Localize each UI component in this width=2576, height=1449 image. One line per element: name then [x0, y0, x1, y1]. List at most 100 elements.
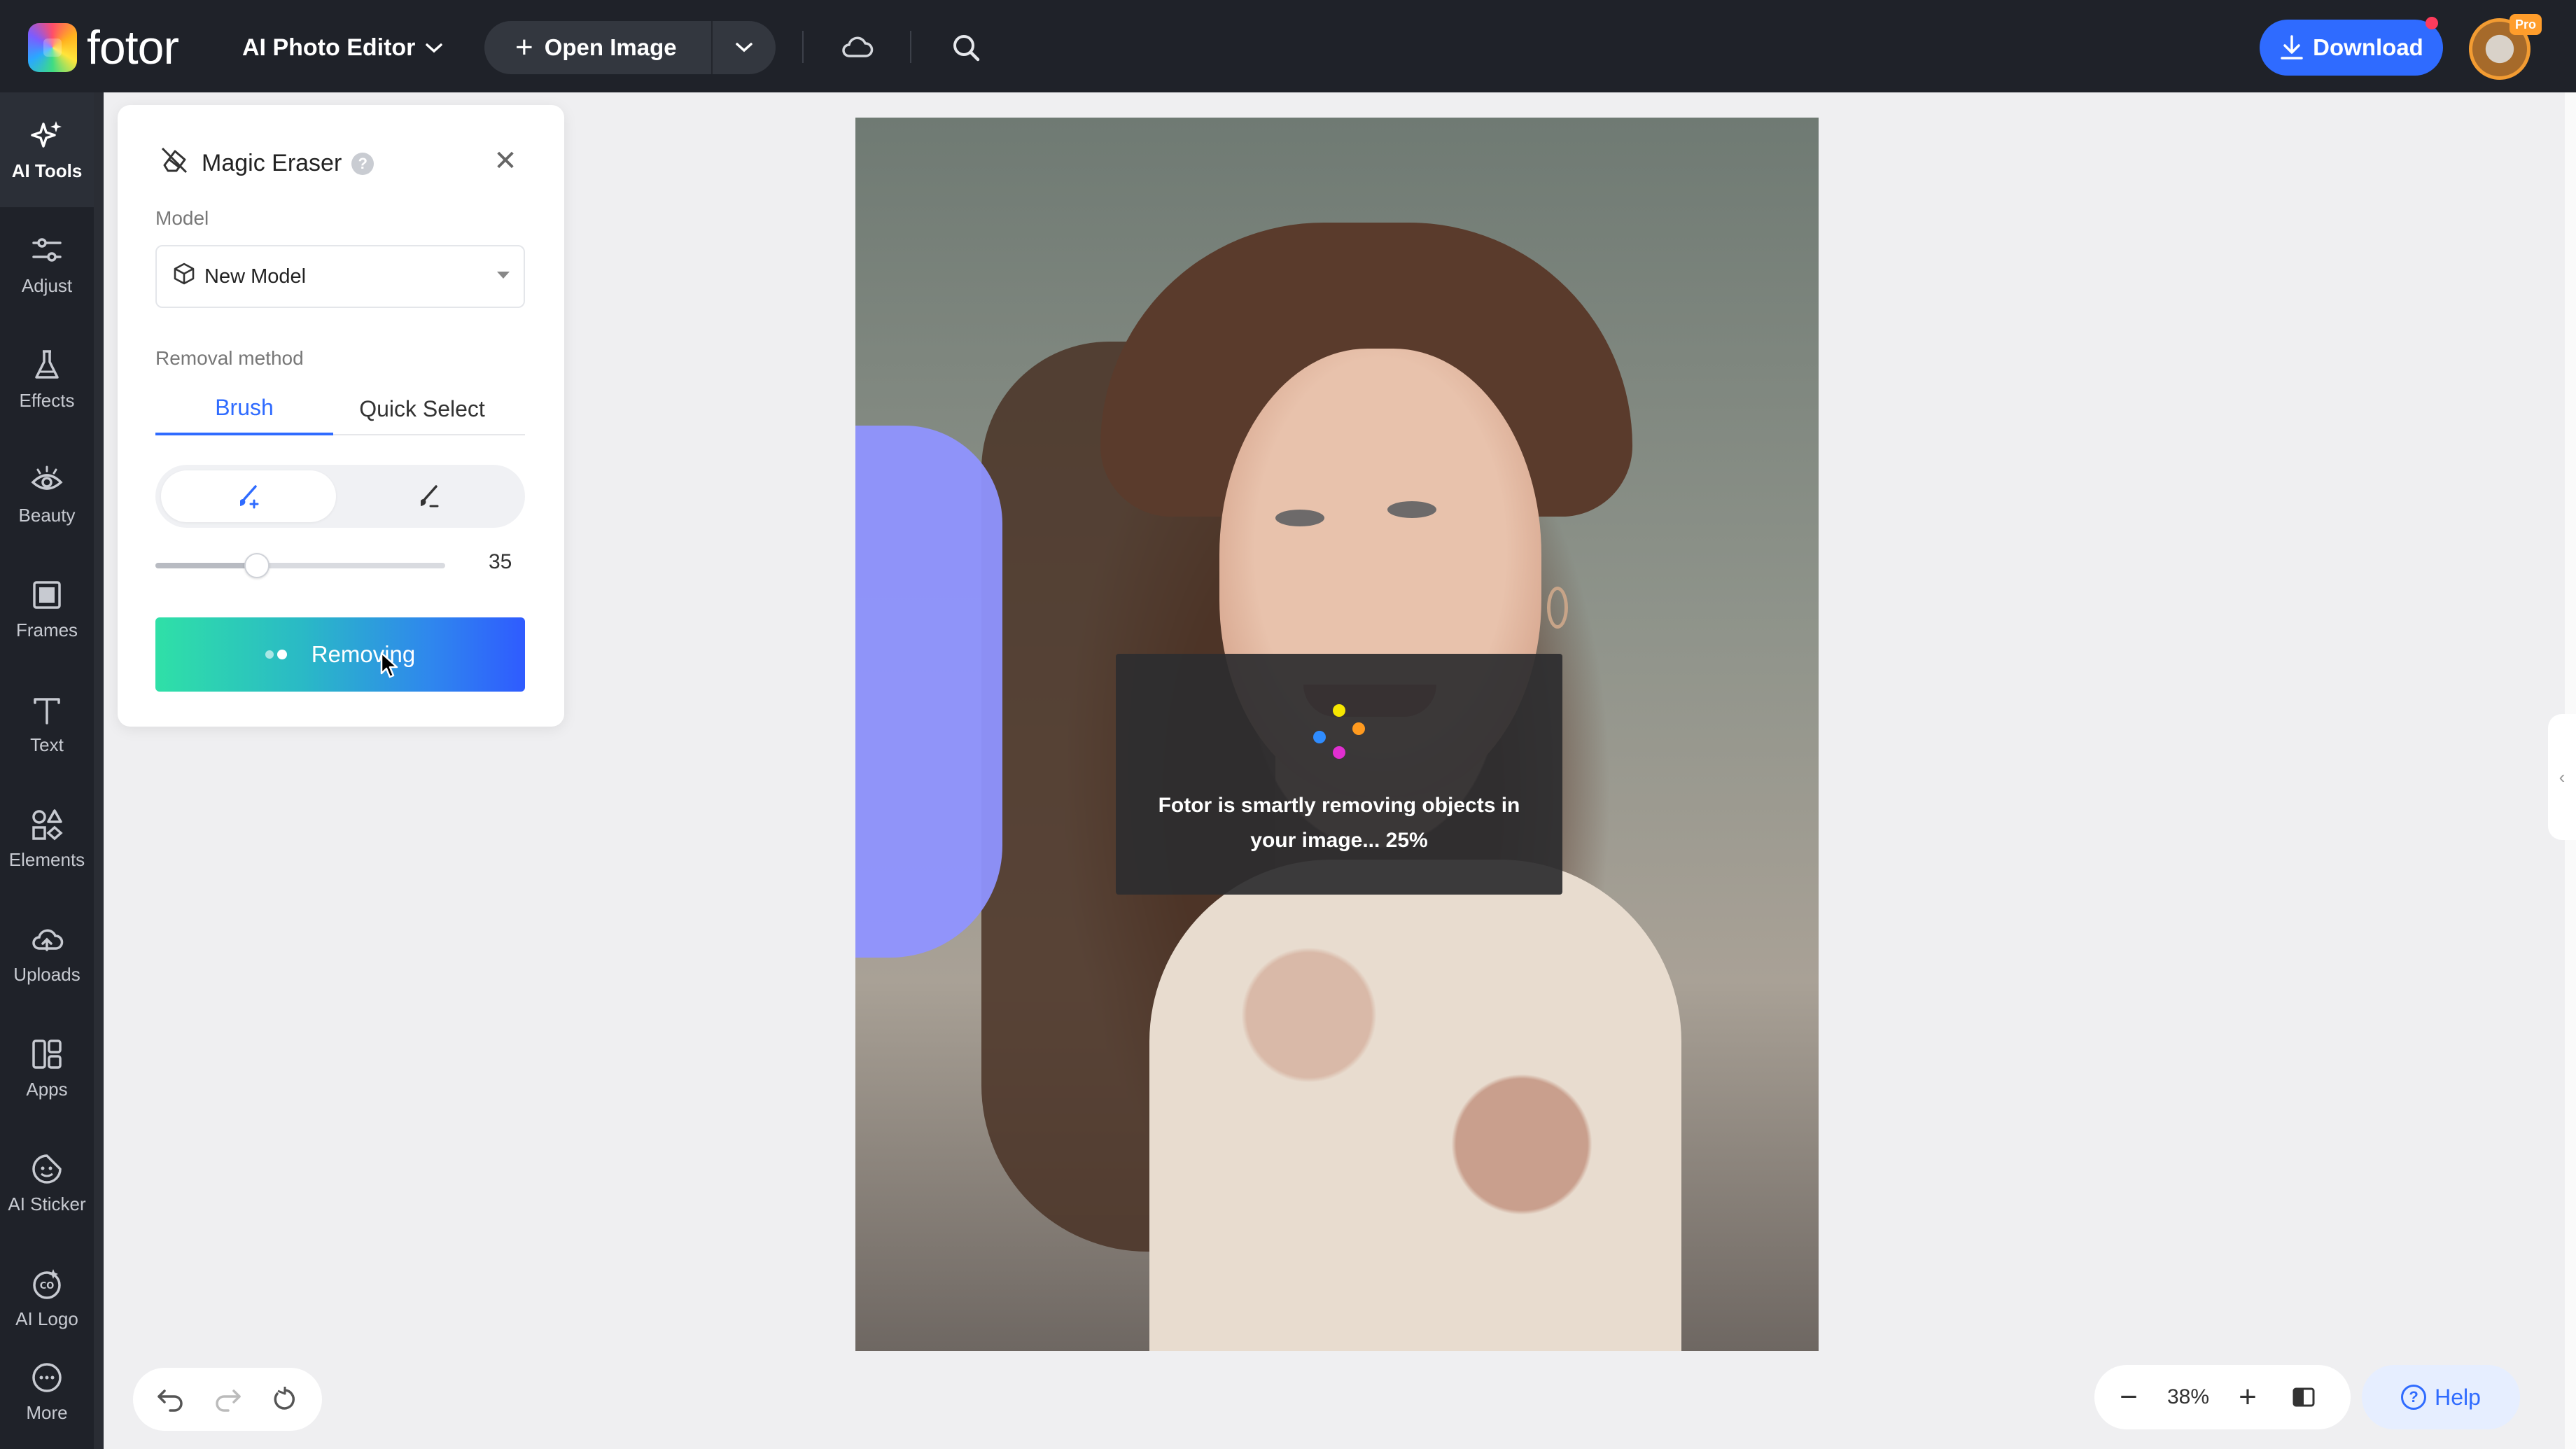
nav-label: Elements: [8, 848, 85, 870]
brand-name: fotor: [87, 21, 179, 74]
model-select-value: New Model: [204, 265, 307, 288]
nav-item-apps[interactable]: Apps: [0, 1011, 94, 1126]
tab-quick-select[interactable]: Quick Select: [333, 382, 511, 435]
brush-size-value: 35: [489, 550, 512, 573]
open-image-group: + Open Image: [484, 21, 776, 74]
model-select[interactable]: New Model: [155, 245, 525, 308]
nav-item-beauty[interactable]: Beauty: [0, 437, 94, 552]
nav-edge: [94, 92, 104, 1449]
history-controls: [133, 1368, 322, 1431]
nav-item-uploads[interactable]: Uploads: [0, 896, 94, 1011]
nav-item-elements[interactable]: Elements: [0, 781, 94, 896]
spinner-dot: [1333, 746, 1345, 759]
left-navigation: AI Tools Adjust Effects Beauty Frames Te…: [0, 92, 104, 1449]
removal-method-label: Removal method: [155, 347, 304, 369]
eye-icon: [31, 465, 63, 490]
nav-label: Apps: [26, 1078, 68, 1100]
svg-text:CO: CO: [40, 1281, 55, 1292]
notification-dot: [2426, 17, 2438, 29]
mouse-cursor-icon: [379, 651, 400, 684]
shapes-icon: [32, 808, 63, 840]
expand-right-panel-button[interactable]: ‹: [2548, 714, 2576, 840]
reset-button[interactable]: [265, 1380, 304, 1419]
spinner-dot: [1352, 722, 1365, 735]
nav-label: Text: [30, 734, 64, 755]
brush-size-slider[interactable]: [155, 553, 445, 578]
nav-item-frames[interactable]: Frames: [0, 552, 94, 666]
brush-selection-mask: [855, 426, 1002, 958]
help-button[interactable]: ? Help: [2362, 1365, 2520, 1429]
close-panel-button[interactable]: ✕: [490, 146, 521, 176]
app-switcher-dropdown[interactable]: AI Photo Editor: [242, 25, 443, 70]
progress-message: Fotor is smartly removing objects in you…: [1158, 794, 1520, 852]
nav-label: More: [26, 1401, 68, 1423]
search-icon[interactable]: [944, 25, 988, 70]
chevron-left-icon: ‹: [2558, 766, 2566, 788]
question-circle-icon: ?: [2401, 1385, 2427, 1410]
nav-item-ai-sticker[interactable]: AI Sticker: [0, 1126, 94, 1240]
caret-down-icon: [497, 272, 510, 279]
nav-item-ai-tools[interactable]: AI Tools: [0, 92, 94, 207]
erase-brush-button[interactable]: [340, 470, 515, 522]
app-switcher-label: AI Photo Editor: [242, 34, 416, 61]
flask-icon: [35, 349, 59, 379]
tab-brush[interactable]: Brush: [155, 382, 333, 435]
undo-button[interactable]: [151, 1380, 190, 1419]
model-label: Model: [155, 207, 209, 229]
text-icon: [34, 697, 60, 724]
chevron-down-icon: [425, 37, 443, 59]
removing-button[interactable]: Removing: [155, 617, 525, 692]
zoom-in-button[interactable]: +: [2223, 1373, 2272, 1422]
fotor-logo[interactable]: fotor: [28, 20, 179, 76]
zoom-level[interactable]: 38%: [2153, 1385, 2223, 1409]
nav-label: Uploads: [13, 963, 80, 985]
frame-icon: [33, 580, 61, 609]
download-button[interactable]: Download: [2260, 20, 2443, 76]
redo-button[interactable]: [208, 1380, 247, 1419]
download-icon: [2281, 35, 2303, 59]
nav-label: AI Sticker: [8, 1193, 86, 1214]
spinner-dot: [1313, 731, 1326, 743]
top-bar: fotor AI Photo Editor + Open Image Downl…: [0, 0, 2576, 92]
photo-region: [1149, 860, 1681, 1351]
cloud-save-icon[interactable]: [834, 25, 879, 70]
removal-method-tabs: Brush Quick Select: [155, 382, 525, 435]
nav-item-more[interactable]: More: [0, 1334, 94, 1449]
reset-icon: [274, 1387, 295, 1410]
photo-region: [1275, 510, 1324, 526]
download-label: Download: [2313, 34, 2423, 60]
open-image-label: Open Image: [544, 34, 677, 60]
add-brush-button[interactable]: [161, 470, 336, 522]
brush-add-icon: [240, 485, 259, 509]
compare-view-button[interactable]: [2279, 1373, 2328, 1422]
nav-item-adjust[interactable]: Adjust: [0, 207, 94, 322]
cube-icon: [172, 262, 196, 291]
removing-progress-modal: Fotor is smartly removing objects in you…: [1116, 654, 1562, 895]
cloud-upload-icon: [32, 929, 64, 951]
help-label: Help: [2435, 1384, 2481, 1410]
open-image-button[interactable]: + Open Image: [484, 21, 711, 74]
zoom-controls: − 38% +: [2094, 1365, 2351, 1429]
brush-mode-toggle: [155, 465, 525, 528]
more-icon: [32, 1362, 62, 1392]
sliders-icon: [32, 237, 62, 262]
nav-label: Frames: [15, 619, 78, 640]
brush-size-slider-fill: [155, 563, 257, 568]
brush-size-slider-thumb[interactable]: [244, 553, 270, 578]
sparkle-icon: [31, 120, 62, 148]
toolbar-divider: [802, 31, 804, 63]
brush-erase-icon: [421, 485, 439, 507]
fotor-logo-mark-icon: [28, 23, 77, 72]
nav-label: Adjust: [21, 274, 73, 296]
open-image-dropdown-button[interactable]: [713, 42, 776, 53]
zoom-out-button[interactable]: −: [2104, 1373, 2153, 1422]
help-icon[interactable]: ?: [351, 152, 374, 175]
nav-item-text[interactable]: Text: [0, 666, 94, 781]
apps-icon: [32, 1039, 62, 1069]
nav-label: AI Logo: [15, 1308, 78, 1329]
plus-icon: +: [515, 30, 533, 64]
photo-region: [1387, 501, 1436, 518]
logo-icon: CO: [33, 1268, 61, 1299]
nav-item-effects[interactable]: Effects: [0, 322, 94, 437]
compare-icon: [2292, 1387, 2315, 1407]
